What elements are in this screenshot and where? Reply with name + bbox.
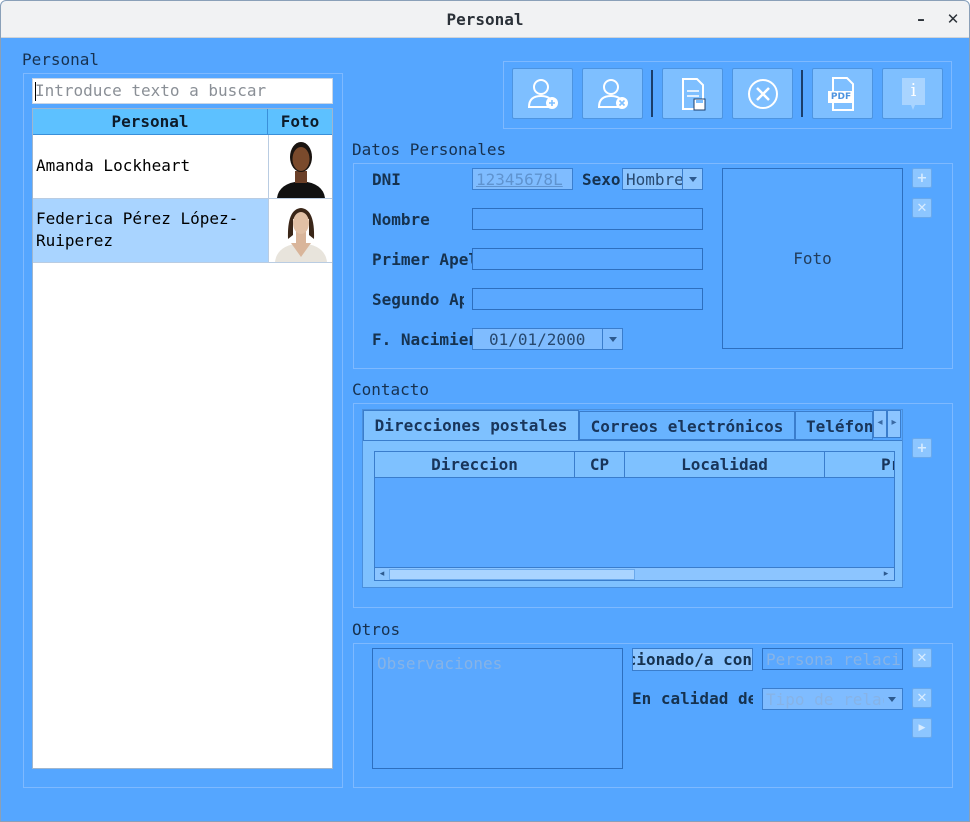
dni-placeholder: 12345678L xyxy=(476,170,563,189)
column-header-cp[interactable]: CP xyxy=(575,452,625,477)
column-header-personal[interactable]: Personal xyxy=(33,109,268,134)
column-header-localidad[interactable]: Localidad xyxy=(625,452,825,477)
segundo-apellido-field[interactable] xyxy=(472,288,703,310)
text-caret xyxy=(35,82,36,101)
window-title: Personal xyxy=(446,10,524,29)
toolbar-separator xyxy=(651,70,653,117)
person-name-line2: Ruiperez xyxy=(36,231,114,250)
app-window: Personal – ✕ Personal Introduce texto a … xyxy=(0,0,970,822)
dni-field[interactable]: 12345678L xyxy=(472,168,573,190)
remove-photo-button[interactable]: ✕ xyxy=(912,198,932,218)
tab-telefonos[interactable]: Teléfonos xyxy=(795,411,873,440)
horizontal-scrollbar[interactable]: ◂ ▸ xyxy=(375,567,894,580)
tipo-relacion-select[interactable]: Tipo de relación xyxy=(762,688,903,710)
tab-scroll-right[interactable]: ▸ xyxy=(887,410,901,438)
clear-tipo-button[interactable]: ✕ xyxy=(912,688,932,708)
search-input[interactable]: Introduce texto a buscar xyxy=(32,78,333,104)
table-header: Personal Foto xyxy=(33,109,332,135)
primer-apellido-field[interactable] xyxy=(472,248,703,270)
plus-icon: + xyxy=(916,441,928,456)
main-content: Personal Introduce texto a buscar Person… xyxy=(1,38,969,821)
scroll-right-icon[interactable]: ▸ xyxy=(879,568,893,580)
plus-icon: + xyxy=(916,171,928,186)
nombre-field[interactable] xyxy=(472,208,703,230)
person-photo xyxy=(268,135,332,198)
table-row[interactable]: Amanda Lockheart xyxy=(33,135,332,199)
direcciones-table[interactable]: Direccion CP Localidad Provincia ◂ ▸ xyxy=(374,451,895,581)
tab-correos[interactable]: Correos electrónicos xyxy=(579,411,795,440)
toolbar-separator xyxy=(801,70,803,117)
person-name-line1: Federica Pérez López- xyxy=(36,209,239,228)
add-person-button[interactable] xyxy=(512,68,573,119)
column-header-direccion[interactable]: Direccion xyxy=(375,452,575,477)
dni-label: DNI xyxy=(372,170,401,189)
add-address-button[interactable]: + xyxy=(912,438,932,458)
relacionado-label: Relacionado/a con xyxy=(633,650,752,669)
sexo-label: Sexo xyxy=(582,170,621,189)
go-related-button[interactable]: ▶ xyxy=(912,718,932,738)
photo-placeholder-label: Foto xyxy=(793,249,832,268)
relacionado-label-box: Relacionado/a con xyxy=(632,648,753,671)
primer-apellido-label: Primer Apellido xyxy=(372,250,472,269)
personal-table[interactable]: Personal Foto Amanda Lockheart Federica … xyxy=(32,108,333,769)
person-photo xyxy=(268,199,332,262)
info-button[interactable]: i xyxy=(882,68,943,119)
close-icon: ✕ xyxy=(916,201,928,216)
table-header: Direccion CP Localidad Provincia xyxy=(375,452,894,478)
segundo-apellido-label: Segundo Apellido xyxy=(372,290,464,309)
scrollbar-thumb[interactable] xyxy=(389,569,635,580)
add-photo-button[interactable]: + xyxy=(912,168,932,188)
nombre-label: Nombre xyxy=(372,210,430,229)
otros-section-label: Otros xyxy=(352,620,401,639)
datos-section-label: Datos Personales xyxy=(352,140,507,159)
chevron-down-icon xyxy=(602,329,622,349)
tab-direcciones[interactable]: Direcciones postales xyxy=(363,410,579,440)
scroll-left-icon[interactable]: ◂ xyxy=(375,568,389,580)
save-document-icon xyxy=(682,78,706,111)
cancel-button[interactable] xyxy=(732,68,793,119)
observaciones-placeholder: Observaciones xyxy=(377,654,503,673)
observaciones-field[interactable]: Observaciones xyxy=(372,648,623,769)
tab-scroll-left[interactable]: ◂ xyxy=(873,410,887,438)
clear-persona-button[interactable]: ✕ xyxy=(912,648,932,668)
remove-person-button[interactable] xyxy=(582,68,643,119)
column-header-foto[interactable]: Foto xyxy=(268,109,332,134)
persona-relacionada-field[interactable]: Persona relacionada xyxy=(762,648,903,670)
title-bar: Personal – ✕ xyxy=(1,1,969,38)
minimize-button[interactable]: – xyxy=(911,9,931,29)
cancel-icon xyxy=(748,79,778,109)
info-label: i xyxy=(910,80,917,101)
chevron-down-icon xyxy=(882,689,902,709)
close-icon: ✕ xyxy=(916,691,928,706)
close-icon: ✕ xyxy=(916,651,928,666)
chevron-right-icon: ▸ xyxy=(891,417,897,428)
persona-placeholder: Persona relacionada xyxy=(766,650,900,669)
calidad-label: En calidad de xyxy=(632,689,753,708)
sexo-value: Hombre xyxy=(626,170,682,189)
pdf-label: PDF xyxy=(830,92,852,102)
chevron-left-icon: ◂ xyxy=(877,417,883,428)
photo-frame[interactable]: Foto xyxy=(722,168,903,349)
play-icon: ▶ xyxy=(918,723,926,733)
close-window-button[interactable]: ✕ xyxy=(943,9,963,29)
table-row[interactable]: Federica Pérez López- Ruiperez xyxy=(33,199,332,263)
tipo-placeholder: Tipo de relación xyxy=(766,690,884,709)
nacimiento-value: 01/01/2000 xyxy=(489,330,586,349)
add-person-icon xyxy=(527,79,558,109)
person-name: Amanda Lockheart xyxy=(36,156,191,175)
remove-person-icon xyxy=(597,79,628,109)
save-button[interactable] xyxy=(662,68,723,119)
nacimiento-date-picker[interactable]: 01/01/2000 xyxy=(472,328,623,350)
chevron-down-icon xyxy=(682,169,702,189)
personal-section-label: Personal xyxy=(22,50,100,69)
sexo-select[interactable]: Hombre xyxy=(622,168,703,190)
contacto-section-label: Contacto xyxy=(352,380,430,399)
search-placeholder: Introduce texto a buscar xyxy=(35,81,267,100)
nacimiento-label: F. Nacimiento xyxy=(372,330,473,349)
column-header-provincia[interactable]: Provincia xyxy=(825,452,894,477)
export-pdf-button[interactable]: PDF xyxy=(812,68,873,119)
